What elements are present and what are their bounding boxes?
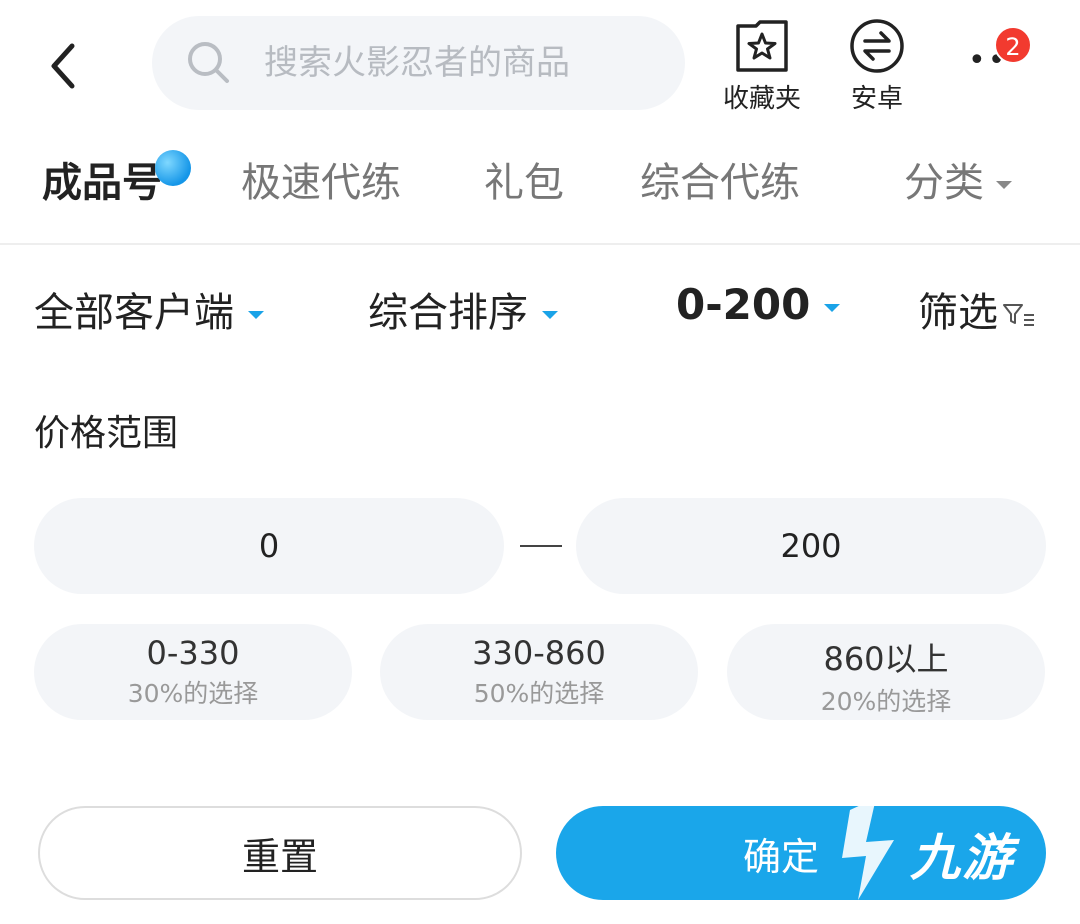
price-filter-dropdown[interactable]: 0-200	[676, 280, 841, 329]
reset-label: 重置	[241, 834, 318, 879]
switch-arrows-icon	[850, 19, 904, 73]
filter-icon	[1003, 304, 1034, 326]
sort-dropdown[interactable]: 综合排序	[368, 280, 558, 338]
price-preset-option[interactable]: 860以上 20%的选择	[727, 624, 1045, 720]
notification-badge: 2	[994, 26, 1032, 64]
price-preset-option[interactable]: 330-860 50%的选择	[380, 624, 698, 720]
preset-percentage: 20%的选择	[820, 687, 952, 716]
caret-down-icon	[542, 311, 558, 319]
min-price-input[interactable]	[34, 527, 504, 565]
min-price-field[interactable]	[34, 498, 504, 594]
reset-button[interactable]: 重置	[38, 806, 522, 900]
preset-range: 0-330	[146, 634, 240, 672]
max-price-field[interactable]	[576, 498, 1046, 594]
divider	[0, 243, 1080, 245]
price-preset-option[interactable]: 0-330 30%的选择	[34, 624, 352, 720]
star-folder-icon	[736, 20, 788, 72]
preset-percentage: 30%的选择	[127, 679, 259, 708]
favorites-button[interactable]: 收藏夹	[712, 18, 812, 115]
search-icon	[188, 42, 229, 83]
watermark-text: 九游	[910, 829, 1014, 887]
preset-percentage: 50%的选择	[473, 679, 605, 708]
filter-button[interactable]: 筛选	[918, 280, 1036, 338]
caret-down-icon	[996, 181, 1012, 189]
favorites-label: 收藏夹	[722, 84, 801, 114]
caret-down-icon	[248, 311, 264, 319]
preset-range: 860以上	[823, 640, 949, 678]
preset-range: 330-860	[472, 634, 606, 672]
range-separator	[520, 545, 562, 547]
android-label: 安卓	[850, 84, 903, 114]
search-input[interactable]	[264, 43, 644, 83]
tab-category[interactable]: 分类	[904, 150, 1012, 208]
filter-label: 筛选	[918, 290, 998, 336]
tab-general-boost[interactable]: 综合代练	[640, 150, 800, 208]
chevron-left-icon	[51, 43, 75, 89]
max-price-input[interactable]	[576, 527, 1046, 565]
tab-finished-account[interactable]: 成品号	[42, 150, 162, 208]
tab-gift-pack[interactable]: 礼包	[484, 150, 564, 208]
caret-down-icon	[824, 303, 841, 312]
android-switch-button[interactable]: 安卓	[827, 18, 927, 115]
client-filter-label: 全部客户端	[34, 290, 234, 336]
sort-label: 综合排序	[368, 290, 528, 336]
more-menu-button[interactable]: ••• 2	[960, 26, 1036, 82]
price-filter-label: 0-200	[676, 280, 811, 329]
back-button[interactable]	[42, 40, 90, 92]
tab-fast-boost[interactable]: 极速代练	[241, 150, 401, 208]
client-filter-dropdown[interactable]: 全部客户端	[34, 280, 264, 338]
price-range-title: 价格范围	[34, 413, 179, 454]
search-bar[interactable]	[152, 16, 685, 110]
tab-category-label: 分类	[904, 160, 984, 206]
active-tab-indicator	[155, 150, 191, 186]
confirm-label: 确定	[742, 834, 819, 879]
